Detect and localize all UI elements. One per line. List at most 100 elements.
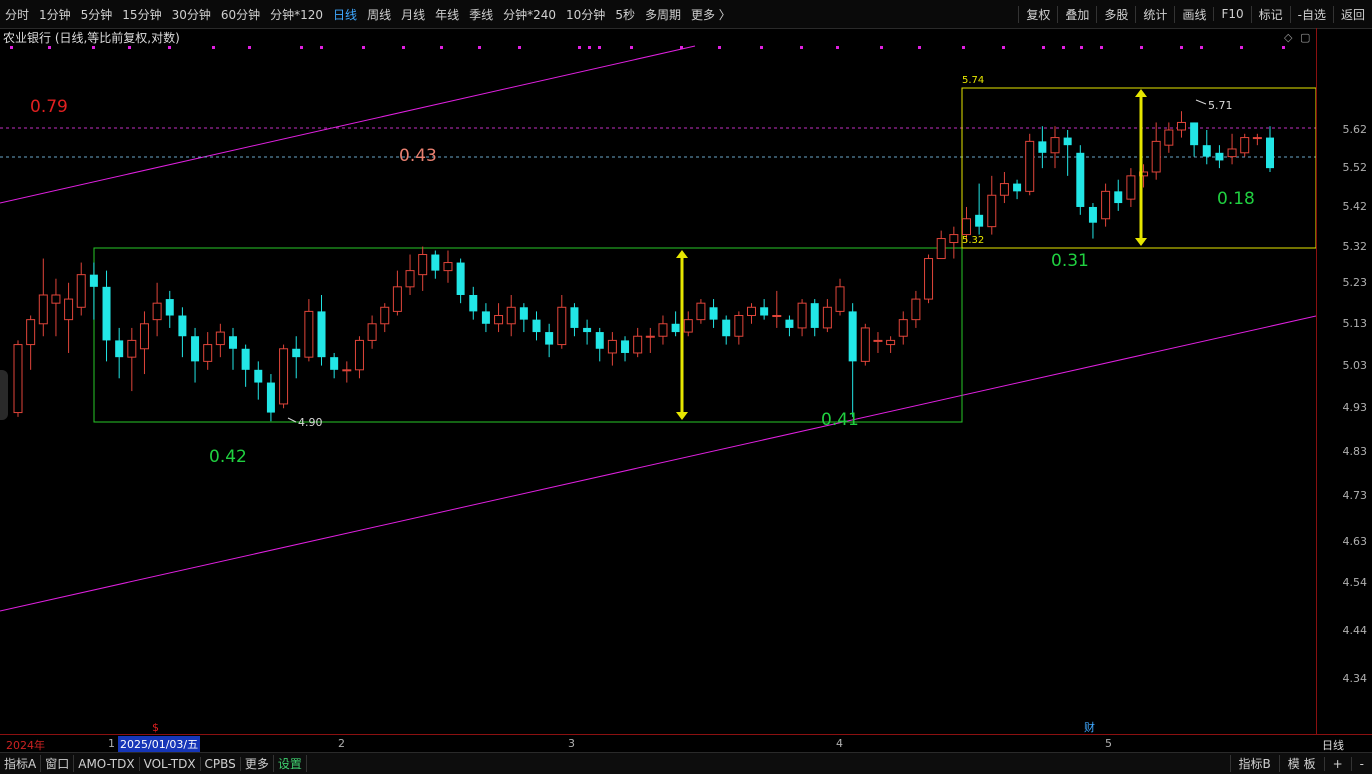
signal-dot <box>1100 46 1103 49</box>
candle-body <box>354 339 364 371</box>
candle-body <box>443 262 453 272</box>
candle-body <box>89 274 98 287</box>
low-pointer <box>287 417 297 423</box>
period-tab-8[interactable]: 周线 <box>362 6 396 23</box>
signal-dot <box>588 46 591 49</box>
price-tick: 5.03 <box>1342 358 1368 372</box>
candle-body <box>392 286 402 312</box>
toolbar-action-6[interactable]: 标记 <box>1250 5 1290 23</box>
measure-arrow-yellow-box-head-bottom <box>1135 238 1147 246</box>
period-tab-5[interactable]: 60分钟 <box>216 6 265 23</box>
period-tab-14[interactable]: 5秒 <box>610 6 640 23</box>
toolbar-action-7[interactable]: -自选 <box>1289 5 1333 23</box>
toolbar-action-4[interactable]: 画线 <box>1174 5 1213 23</box>
toolbar-action-8[interactable]: 返回 <box>1332 5 1372 23</box>
candle-body <box>583 327 592 333</box>
candle-body <box>785 319 794 328</box>
template-control-2[interactable]: + <box>1323 756 1351 771</box>
candle-body <box>961 218 971 236</box>
period-tab-0[interactable]: 分时 <box>0 6 34 23</box>
signal-dot <box>440 46 443 49</box>
period-tab-6[interactable]: 分钟*120 <box>265 6 328 23</box>
candle-body <box>621 340 630 353</box>
left-collapse-handle[interactable] <box>0 370 8 420</box>
period-tab-10[interactable]: 年线 <box>430 6 464 23</box>
signal-dot <box>760 46 763 49</box>
signal-dot <box>718 46 721 49</box>
candle-body <box>279 348 289 405</box>
candle-body <box>13 344 23 414</box>
candle-body <box>481 311 490 324</box>
period-tab-2[interactable]: 5分钟 <box>76 6 118 23</box>
candle-body <box>1063 137 1072 146</box>
period-tab-1[interactable]: 1分钟 <box>34 6 76 23</box>
candle-body <box>317 311 326 358</box>
period-tab-11[interactable]: 季线 <box>464 6 498 23</box>
toolbar-action-5[interactable]: F10 <box>1213 7 1250 21</box>
signal-dot <box>1080 46 1083 49</box>
price-tick: 5.32 <box>1342 239 1368 253</box>
period-tab-4[interactable]: 30分钟 <box>167 6 216 23</box>
indicator-bar: 指标A 窗口 AMO-TDX VOL-TDX CPBS 更多 设置 指标B 模 板 + - <box>0 752 1372 774</box>
candle-body <box>975 214 984 227</box>
candle-body <box>494 315 504 325</box>
signal-dot <box>518 46 521 49</box>
candle-body <box>570 307 579 328</box>
signal-dot <box>478 46 481 49</box>
date-label: 3 <box>568 737 575 750</box>
period-tab-16[interactable]: 更多 〉 <box>686 6 736 23</box>
candle-body <box>1227 148 1237 158</box>
toolbar-action-2[interactable]: 多股 <box>1096 5 1135 23</box>
candle-body <box>469 294 478 312</box>
candle-body <box>860 327 870 362</box>
candle-body <box>671 323 680 333</box>
period-tab-9[interactable]: 月线 <box>396 6 430 23</box>
template-controls: 指标B 模 板 + - <box>1229 753 1372 774</box>
period-tab-15[interactable]: 多周期 <box>640 6 686 23</box>
date-label: 4 <box>836 737 843 750</box>
candle-body <box>822 306 832 329</box>
kline-chart[interactable]: 0.79 0.43 0.42 0.41 0.31 0.18 5.74 5.32 4.90 5.71… <box>0 44 1316 734</box>
date-label: 2024年 <box>6 739 45 752</box>
candle-body <box>848 311 857 362</box>
toolbar-action-1[interactable]: 叠加 <box>1057 5 1096 23</box>
diamond-icon[interactable]: ◇ <box>1284 31 1292 44</box>
toolbar-action-3[interactable]: 统计 <box>1135 5 1174 23</box>
window-icon[interactable]: ▢ <box>1300 31 1310 44</box>
candle-body <box>1126 175 1136 200</box>
template-control-1[interactable]: 模 板 <box>1278 755 1324 772</box>
candle-body <box>595 332 604 349</box>
period-tab-13[interactable]: 10分钟 <box>561 6 610 23</box>
indicator-tab-4[interactable]: CPBS <box>201 756 241 771</box>
template-control-0[interactable]: 指标B <box>1229 755 1279 772</box>
price-axis: 5.62 5.52 5.42 5.32 5.23 5.13 5.03 4.93 4.83 4.73… <box>1316 28 1372 734</box>
indicator-tab-0[interactable]: 指标A <box>0 755 42 772</box>
toolbar-actions: 复权 叠加 多股 统计 画线 F10 标记 -自选 返回 <box>1018 0 1372 28</box>
signal-dot <box>1240 46 1243 49</box>
candle-body <box>330 357 339 370</box>
period-tab-3[interactable]: 15分钟 <box>117 6 166 23</box>
candle-body <box>936 238 946 260</box>
signal-dot <box>320 46 323 49</box>
period-indicator[interactable]: 日线 <box>1322 737 1344 753</box>
indicator-tab-6[interactable]: 设置 <box>274 755 307 772</box>
trend-line-upper <box>0 45 696 204</box>
template-control-3[interactable]: - <box>1350 756 1372 771</box>
candle-body <box>1240 137 1250 154</box>
candle-body <box>760 307 769 316</box>
period-tab-7[interactable]: 日线 <box>328 6 362 23</box>
date-label: 5 <box>1105 737 1112 750</box>
candle-body <box>633 335 643 354</box>
price-tick: 4.54 <box>1342 576 1368 590</box>
indicator-tab-5[interactable]: 更多 <box>241 755 274 772</box>
dividend-marker: $ <box>152 721 159 734</box>
indicator-tab-1[interactable]: 窗口 <box>41 755 75 772</box>
toolbar-action-0[interactable]: 复权 <box>1018 5 1057 23</box>
indicator-tab-3[interactable]: VOL-TDX <box>140 756 201 771</box>
period-tab-12[interactable]: 分钟*240 <box>498 6 561 23</box>
candle-body <box>241 348 250 370</box>
candle-body <box>266 382 275 413</box>
price-tick: 5.23 <box>1342 275 1368 289</box>
price-tick: 5.42 <box>1342 199 1368 213</box>
indicator-tab-2[interactable]: AMO-TDX <box>74 756 140 771</box>
